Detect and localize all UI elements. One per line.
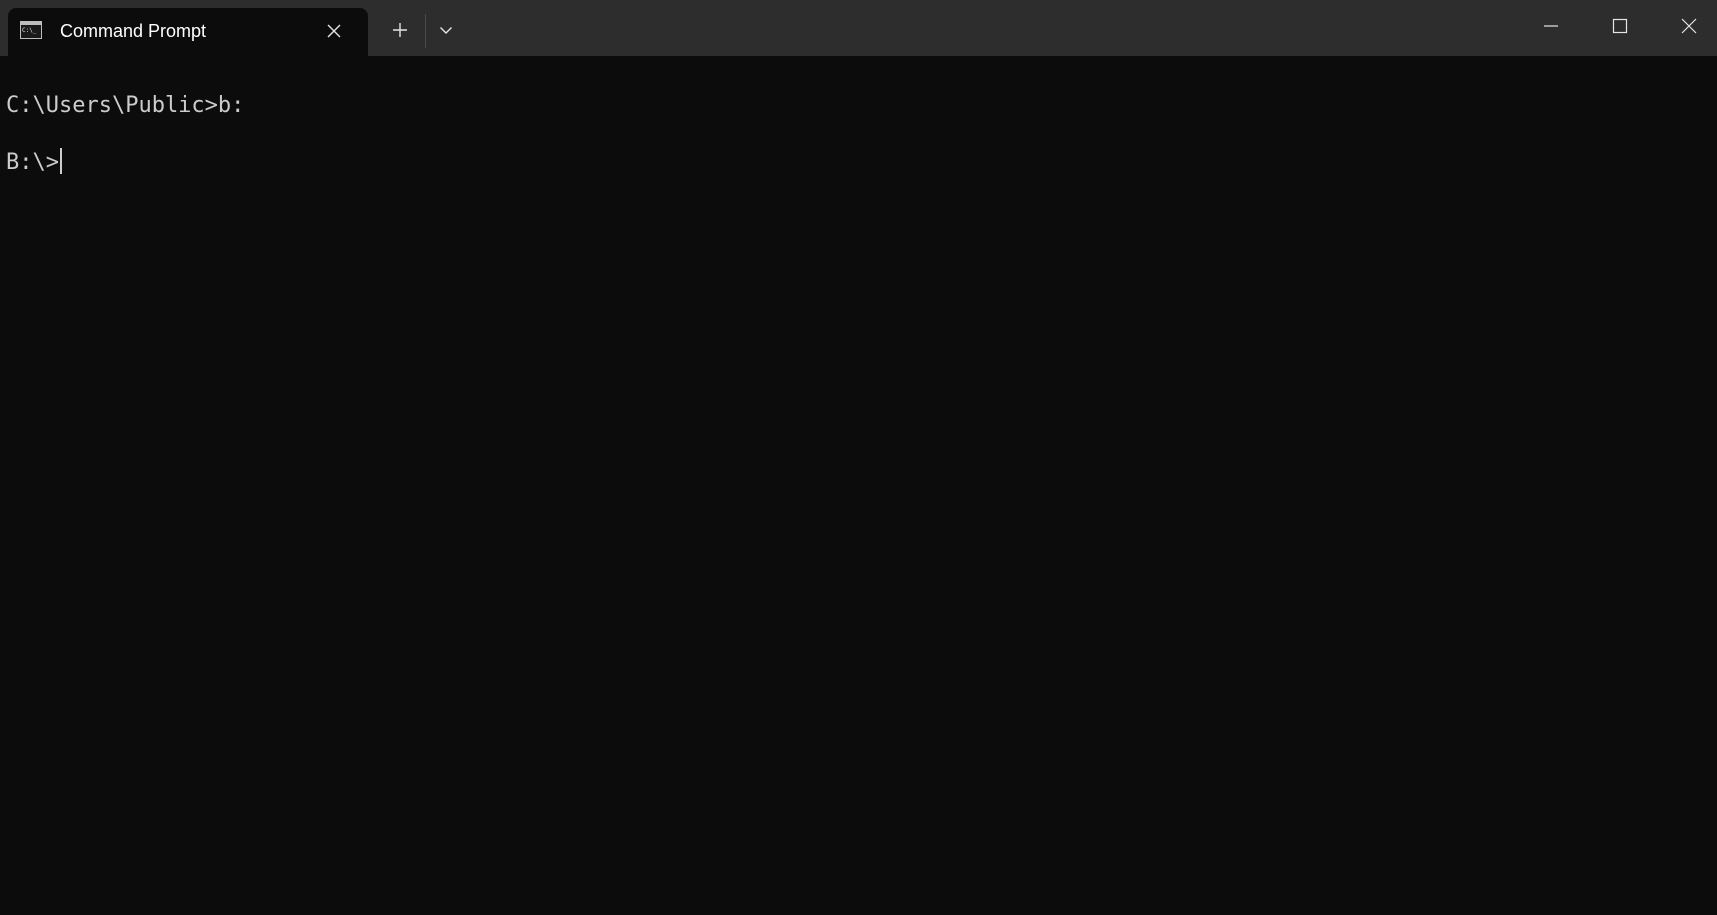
minimize-icon [1544,25,1558,27]
terminal-output[interactable]: C:\Users\Public>b: B:\> [0,56,1717,915]
maximize-button[interactable] [1586,0,1654,52]
text-cursor [59,148,62,174]
close-icon [327,24,341,38]
svg-text:C:\_: C:\_ [22,27,37,34]
terminal-line: C:\Users\Public>b: [6,93,245,118]
cmd-icon: C:\_ [20,21,42,39]
terminal-prompt: B:\> [6,150,59,175]
terminal-prompt-line[interactable]: B:\> [6,148,1717,176]
tab-title: Command Prompt [60,21,207,41]
terminal-window: C:\_ Command Prompt C:\Users\Public>b: B… [0,0,1717,915]
title-bar[interactable]: C:\_ Command Prompt [0,0,1717,56]
close-icon [1681,18,1697,34]
new-tab-button[interactable] [384,14,416,46]
tab-command-prompt[interactable]: C:\_ Command Prompt [8,8,368,56]
chevron-down-icon [440,27,452,34]
plus-icon [393,23,407,37]
tab-divider [425,14,426,48]
window-close-button[interactable] [1655,0,1717,52]
minimize-button[interactable] [1517,0,1585,52]
tab-dropdown-button[interactable] [432,14,460,46]
tab-close-button[interactable] [323,20,345,42]
maximize-icon [1612,18,1628,34]
